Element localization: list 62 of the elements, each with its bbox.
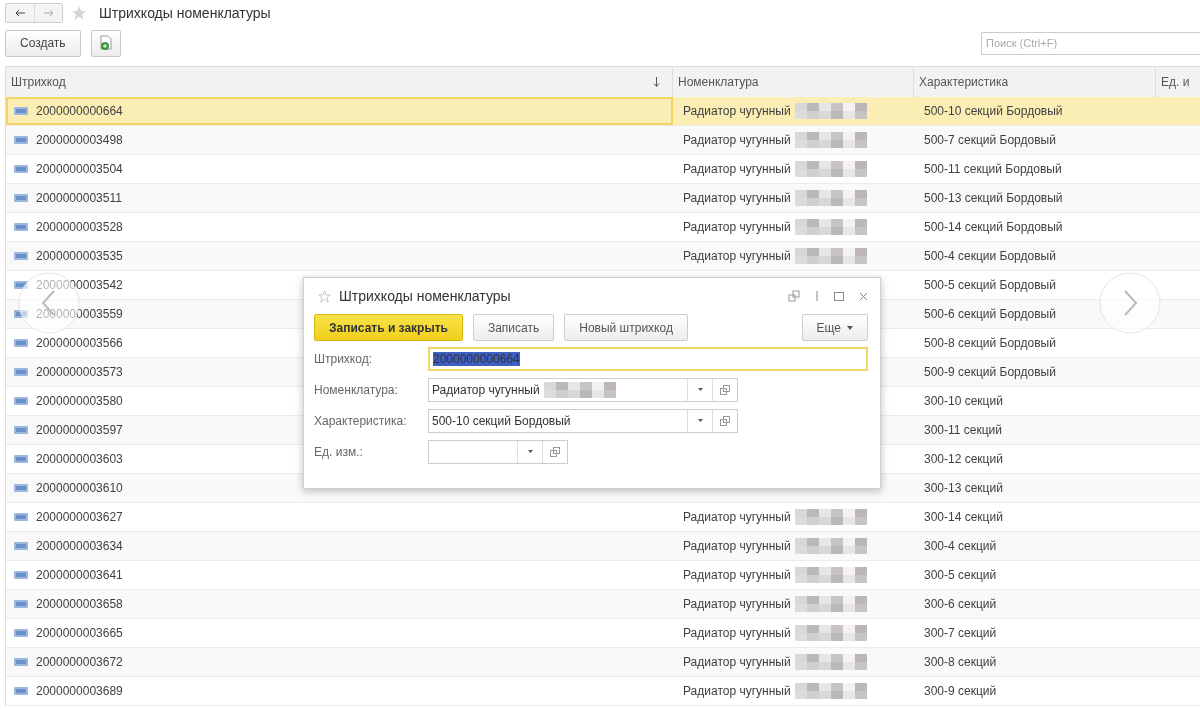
characteristic-text: 300-7 секций	[924, 626, 997, 640]
nomenclature-text: Радиатор чугунный	[683, 220, 791, 234]
nomenclature-text: Радиатор чугунный	[683, 162, 791, 176]
barcode-text: 2000000003528	[36, 220, 123, 234]
nomenclature-text: Радиатор чугунный	[683, 568, 791, 582]
nomenclature-text: Радиатор чугунный	[683, 684, 791, 698]
nomenclature-text: Радиатор чугунный	[683, 249, 791, 263]
nomenclature-text: Радиатор чугунный	[683, 133, 791, 147]
nomenclature-text: Радиатор чугунный	[683, 191, 791, 205]
nomenclature-text: Радиатор чугунный	[683, 597, 791, 611]
characteristic-text: 300-14 секций	[924, 510, 1003, 524]
barcode-text: 2000000003597	[36, 423, 123, 437]
field-label: Штрихкод:	[314, 351, 373, 366]
characteristic-text: 500-9 секций Бордовый	[924, 365, 1056, 379]
barcode-text: 2000000003665	[36, 626, 123, 640]
barcode-text: 2000000003535	[36, 249, 123, 263]
window-title: Штрихкоды номенклатуры	[99, 5, 271, 21]
nomenclature-text: Радиатор чугунный	[683, 104, 791, 118]
characteristic-text: 300-11 секций	[924, 423, 1002, 437]
characteristic-text: 300-9 секций	[924, 684, 997, 698]
nomenclature-text: Радиатор чугунный	[683, 510, 791, 524]
barcode-text: 2000000003566	[36, 336, 123, 350]
barcode-text: 2000000003580	[36, 394, 123, 408]
barcode-text: 2000000003498	[36, 133, 123, 147]
characteristic-text: 300-8 секций	[924, 655, 997, 669]
barcode-text: 2000000003610	[36, 481, 123, 495]
characteristic-text: 500-11 секций Бордовый	[924, 162, 1062, 176]
barcode-text: 2000000003511	[36, 191, 122, 205]
nomenclature-text: Радиатор чугунный	[683, 539, 791, 553]
characteristic-text: 300-6 секций	[924, 597, 997, 611]
characteristic-text: 300-13 секций	[924, 481, 1003, 495]
barcode-text: 2000000003559	[36, 307, 123, 321]
dialog-title: Штрихкоды номенклатуры	[339, 288, 511, 304]
characteristic-text: 300-4 секций	[924, 539, 997, 553]
barcode-text: 2000000003603	[36, 452, 123, 466]
characteristic-text: 500-6 секций Бордовый	[924, 307, 1056, 321]
field-value: 2000000000664	[433, 351, 520, 366]
characteristic-text: 500-13 секций Бордовый	[924, 191, 1063, 205]
barcode-text: 2000000003641	[36, 568, 123, 582]
barcode-text: 2000000003627	[36, 510, 123, 524]
characteristic-text: 500-4 секции Бордовый	[924, 249, 1056, 263]
characteristic-text: 300-10 секций	[924, 394, 1003, 408]
barcode-text: 2000000003504	[36, 162, 123, 176]
characteristic-text: 500-10 секций Бордовый	[924, 104, 1063, 118]
barcode-text: 2000000003689	[36, 684, 123, 698]
barcode-text: 2000000003573	[36, 365, 123, 379]
barcode-text: 2000000003634	[36, 539, 123, 553]
characteristic-text: 300-12 секций	[924, 452, 1003, 466]
characteristic-text: 500-14 секций Бордовый	[924, 220, 1063, 234]
characteristic-text: 500-8 секций Бордовый	[924, 336, 1056, 350]
nomenclature-text: Радиатор чугунный	[683, 655, 791, 669]
characteristic-text: 300-5 секций	[924, 568, 997, 582]
field-value: 500-10 секций Бордовый	[432, 413, 571, 428]
characteristic-text: 500-7 секций Бордовый	[924, 133, 1056, 147]
nomenclature-text: Радиатор чугунный	[683, 626, 791, 640]
barcode-text: 2000000003658	[36, 597, 123, 611]
field-label: Характеристика:	[314, 413, 408, 428]
barcode-text: 2000000003542	[36, 278, 123, 292]
barcode-text: 2000000000664	[36, 104, 123, 118]
field-label: Ед. изм.:	[314, 444, 364, 459]
characteristic-text: 500-5 секций Бордовый	[924, 278, 1056, 292]
barcode-text: 2000000003672	[36, 655, 123, 669]
